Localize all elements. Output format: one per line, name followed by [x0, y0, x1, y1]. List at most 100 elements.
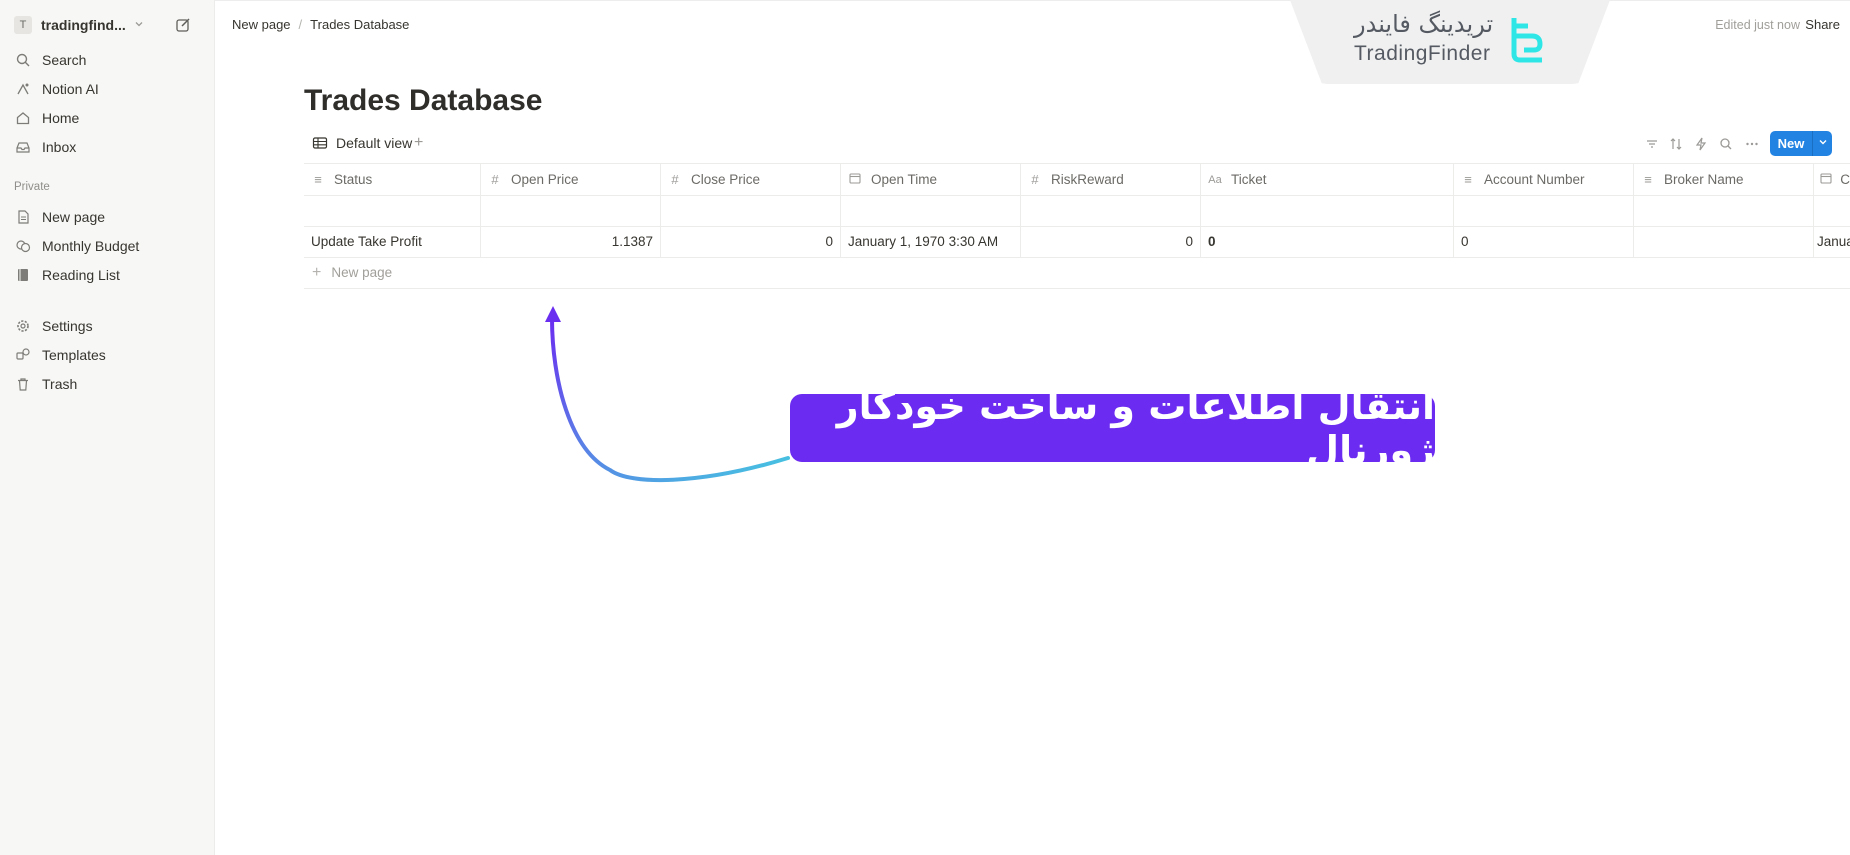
table-cell[interactable] [304, 195, 481, 226]
gear-icon [14, 317, 32, 335]
column-header-label: C [1840, 172, 1850, 187]
sidebar-item-notion-ai[interactable]: Notion AI [14, 77, 199, 101]
column-header-close-price[interactable]: # Close Price [661, 164, 841, 195]
search-icon[interactable] [1718, 136, 1734, 152]
table-cell-account-number[interactable]: 0 [1454, 226, 1634, 257]
search-icon [14, 51, 32, 69]
table-cell-status[interactable]: Update Take Profit [304, 226, 481, 257]
plus-icon: + [312, 263, 322, 281]
table-cell[interactable] [481, 195, 661, 226]
chevron-down-icon[interactable] [134, 19, 144, 32]
table-cell-open-price[interactable]: 1.1387 [481, 226, 661, 257]
column-header-label: Broker Name [1664, 172, 1744, 187]
add-new-row-button[interactable]: + New page [304, 257, 1850, 289]
add-view-button[interactable]: + [414, 134, 423, 152]
column-header-broker-name[interactable]: ≡ Broker Name [1634, 164, 1814, 195]
sidebar-item-label: Reading List [42, 267, 120, 283]
column-header-label: Open Price [511, 172, 579, 187]
sidebar-item-monthly-budget[interactable]: Monthly Budget [14, 234, 199, 258]
sidebar-item-label: Settings [42, 318, 93, 334]
table-row[interactable] [304, 195, 1850, 227]
column-header-ticket[interactable]: Aa Ticket [1201, 164, 1454, 195]
table-cell-close-price[interactable]: 0 [661, 226, 841, 257]
workspace-switcher[interactable]: T tradingfind... [14, 14, 204, 36]
column-header-label: Ticket [1231, 172, 1267, 187]
column-header-status[interactable]: ≡ Status [304, 164, 481, 195]
column-header-open-price[interactable]: # Open Price [481, 164, 661, 195]
logo-text-en: TradingFinder [1354, 42, 1491, 65]
book-icon [14, 266, 32, 284]
table-cell-close-time[interactable]: Janua [1814, 226, 1850, 257]
date-property-icon [847, 172, 863, 187]
column-header-open-time[interactable]: Open Time [841, 164, 1021, 195]
trash-icon [14, 375, 32, 393]
table-cell-ticket[interactable]: 0 [1201, 226, 1454, 257]
new-page-compose-icon[interactable] [174, 16, 192, 34]
edited-status: Edited just now [1715, 18, 1800, 32]
sidebar-item-trash[interactable]: Trash [14, 372, 199, 396]
table-cell[interactable] [1021, 195, 1201, 226]
number-property-icon: # [491, 172, 499, 187]
column-header-riskreward[interactable]: # RiskReward [1021, 164, 1201, 195]
table-cell-riskreward[interactable]: 0 [1021, 226, 1201, 257]
sidebar-item-reading-list[interactable]: Reading List [14, 263, 199, 287]
table-header-row: ≡ Status # Open Price # Close Price Open… [304, 163, 1850, 196]
sidebar-item-label: Home [42, 110, 80, 126]
more-options-icon[interactable] [1744, 136, 1760, 152]
column-header-close-time[interactable]: C [1814, 164, 1850, 195]
sidebar-item-label: Notion AI [42, 81, 99, 97]
page-title: Trades Database [304, 84, 543, 117]
table-cell[interactable] [841, 195, 1021, 226]
table-cell[interactable] [1201, 195, 1454, 226]
sidebar-item-search[interactable]: Search [14, 48, 199, 72]
date-property-icon [1820, 172, 1832, 187]
home-icon [14, 109, 32, 127]
breadcrumb-item[interactable]: New page [232, 17, 291, 32]
sidebar-item-label: Monthly Budget [42, 238, 140, 254]
column-header-label: Close Price [691, 172, 761, 187]
sort-icon[interactable] [1668, 136, 1684, 152]
sidebar-item-new-page[interactable]: New page [14, 205, 199, 229]
breadcrumb: New page / Trades Database [232, 17, 409, 32]
column-header-account-number[interactable]: ≡ Account Number [1454, 164, 1634, 195]
table-cell[interactable] [1454, 195, 1634, 226]
page-icon [14, 208, 32, 226]
column-header-label: Status [334, 172, 373, 187]
workspace-name: tradingfind... [41, 17, 126, 33]
table-view-icon [312, 135, 328, 151]
table-cell-open-time[interactable]: January 1, 1970 3:30 AM [841, 226, 1021, 257]
new-button-label: New [1777, 136, 1805, 151]
section-private-label: Private [14, 181, 50, 193]
new-row-label: New page [331, 265, 393, 280]
sidebar: T tradingfind... Search Notion AI Home I… [0, 0, 215, 855]
column-header-label: RiskReward [1051, 172, 1124, 187]
chevron-down-icon[interactable] [1813, 137, 1832, 150]
column-header-label: Open Time [871, 172, 938, 187]
annotation-banner: انتقال اطلاعات و ساخت خودکار ژورنال [790, 384, 1435, 472]
column-header-label: Account Number [1484, 172, 1585, 187]
table-cell-broker-name[interactable] [1634, 226, 1814, 257]
logo-text-fa: تریدینگ فایندر [1354, 10, 1494, 38]
new-record-button[interactable]: New [1770, 131, 1832, 156]
filter-icon[interactable] [1644, 136, 1660, 152]
tab-label: Default view [336, 135, 413, 151]
text-property-icon: ≡ [1464, 172, 1472, 187]
sidebar-item-label: Search [42, 52, 87, 68]
sidebar-item-templates[interactable]: Templates [14, 343, 199, 367]
breadcrumb-item[interactable]: Trades Database [310, 17, 409, 32]
share-button[interactable]: Share [1805, 17, 1840, 32]
sidebar-item-settings[interactable]: Settings [14, 314, 199, 338]
table-cell[interactable] [661, 195, 841, 226]
workspace-avatar: T [14, 16, 32, 34]
title-property-icon: Aa [1208, 173, 1222, 186]
sidebar-item-home[interactable]: Home [14, 106, 199, 130]
tab-default-view[interactable]: Default view [312, 135, 412, 151]
table-cell[interactable] [1634, 195, 1814, 226]
automation-lightning-icon[interactable] [1693, 136, 1709, 152]
table-cell[interactable] [1814, 195, 1850, 226]
breadcrumb-separator: / [298, 17, 303, 32]
text-property-icon: ≡ [314, 172, 322, 187]
sidebar-item-label: Templates [42, 347, 106, 363]
table-row[interactable]: Update Take Profit 1.1387 0 January 1, 1… [304, 226, 1850, 258]
sidebar-item-inbox[interactable]: Inbox [14, 135, 199, 159]
